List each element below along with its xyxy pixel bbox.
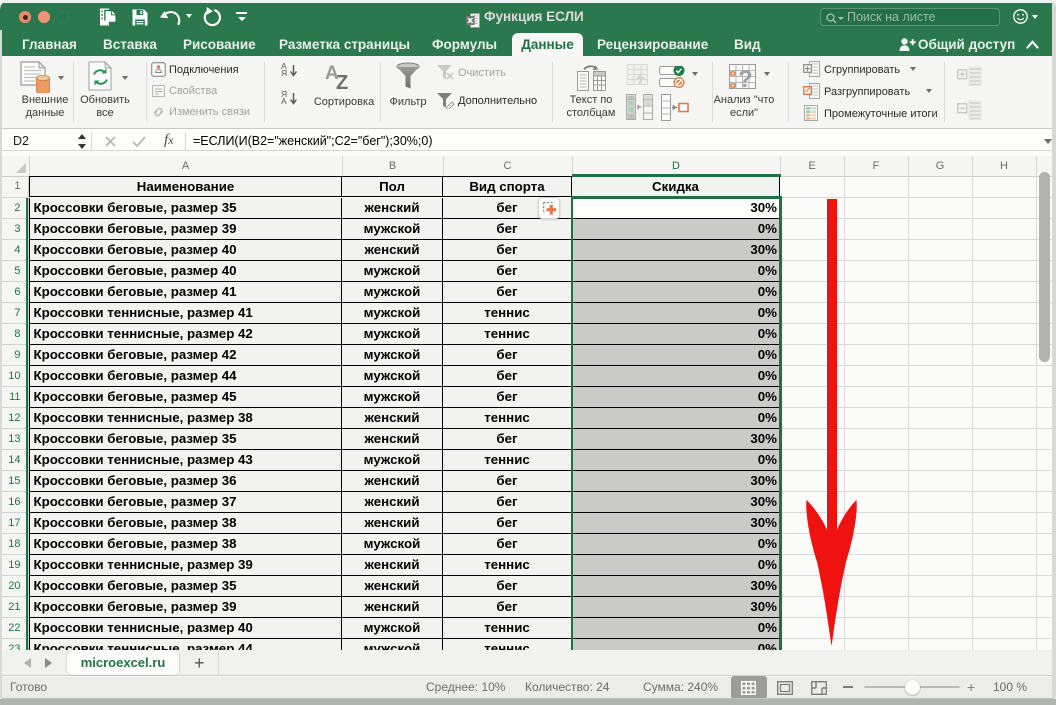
svg-text:?: ?	[738, 66, 753, 92]
